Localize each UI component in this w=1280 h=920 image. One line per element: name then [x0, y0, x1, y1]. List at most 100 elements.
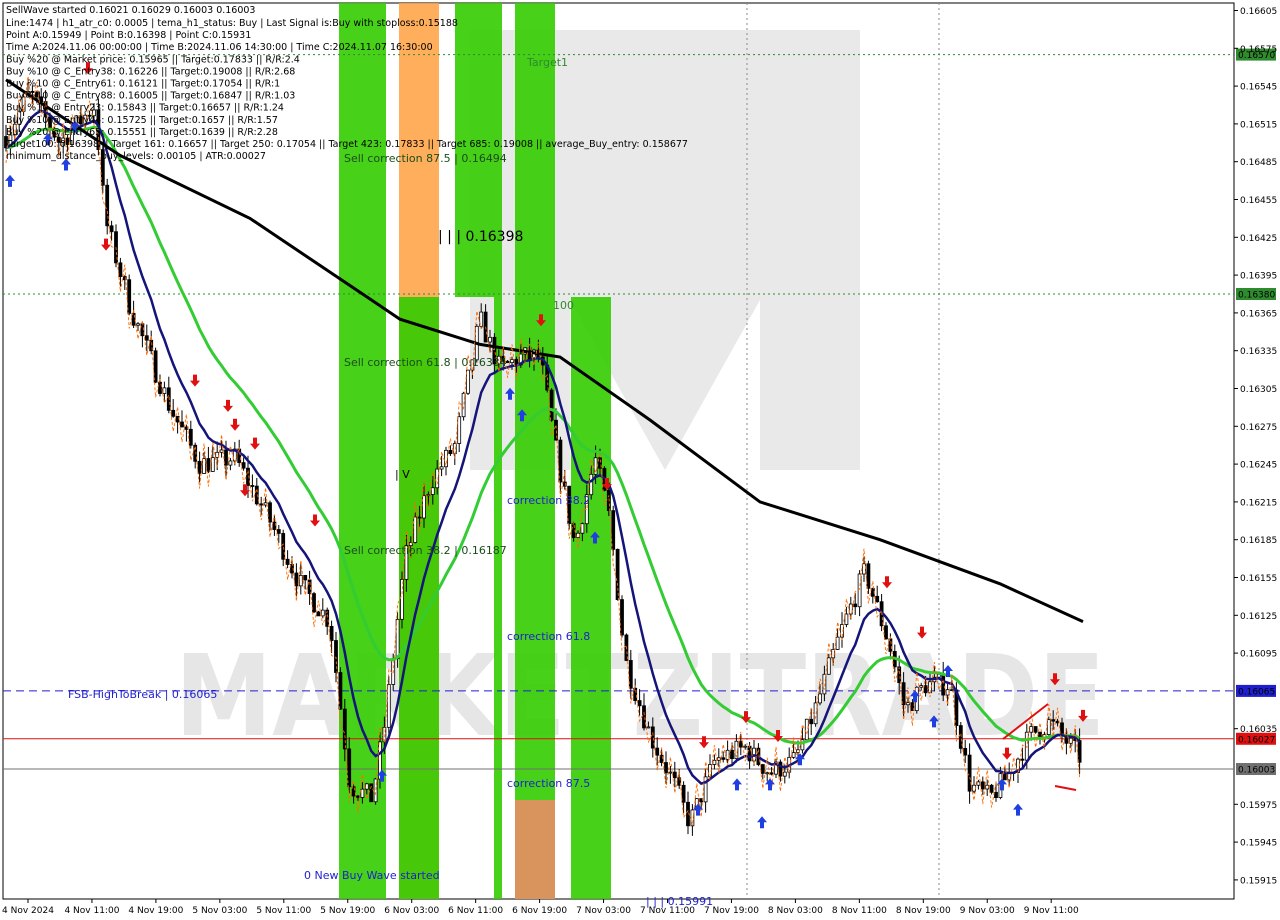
candle-body	[281, 533, 286, 560]
y-tick-label: 0.16485	[1240, 158, 1277, 168]
info-line: Buy %10 @ Entry23: 0.15843 || Target:0.1…	[6, 103, 284, 114]
candle-body	[919, 685, 924, 688]
candle-body	[826, 657, 831, 675]
candle-body	[989, 784, 994, 793]
candle-body	[884, 625, 888, 640]
candle-body	[804, 718, 809, 741]
candle-body	[580, 523, 585, 534]
y-tick-label: 0.15915	[1240, 876, 1277, 886]
x-tick-label: 6 Nov 03:00	[384, 906, 439, 916]
candle-body	[364, 783, 369, 790]
candle-body	[430, 487, 435, 495]
candle-body	[210, 457, 215, 472]
annotation-peak: | | | 0.16398	[438, 229, 523, 245]
annotation-sell-correction-618: Sell correction 61.8 | 0.16334	[344, 356, 507, 369]
candle-body	[765, 772, 770, 775]
y-tick-label: 0.16425	[1240, 234, 1277, 244]
level-price-label: 0.16027	[1238, 735, 1275, 745]
candle-body	[835, 636, 840, 650]
candle-body	[743, 745, 748, 748]
info-line: Buy %10 @ C_Entry38: 0.16226 || Target:0…	[6, 66, 295, 77]
candle-body	[791, 752, 796, 758]
candle-body	[136, 323, 140, 326]
candle-body	[721, 757, 726, 760]
info-line: Buy %10 @ C_Entry61: 0.16121 || Target:0…	[6, 79, 280, 90]
candle-body	[1002, 773, 1007, 781]
candle-body	[316, 611, 321, 617]
y-tick-label: 0.16515	[1240, 120, 1277, 130]
y-tick-label: 0.16455	[1240, 196, 1277, 206]
candle-body	[439, 466, 444, 470]
y-tick-label: 0.15975	[1240, 801, 1277, 811]
candle-body	[664, 762, 668, 774]
candle-body	[672, 771, 677, 779]
candle-body	[400, 579, 404, 620]
candle-body	[809, 718, 814, 725]
info-line: Target100: 0.16398 || Target 161: 0.1665…	[5, 139, 688, 150]
candle-body	[844, 613, 849, 625]
x-tick-label: 5 Nov 11:00	[256, 906, 311, 916]
candle-body	[180, 421, 184, 428]
candle-body	[906, 702, 910, 706]
candle-body	[967, 754, 972, 792]
y-tick-label: 0.15945	[1240, 839, 1277, 849]
candle-body	[202, 458, 206, 474]
candle-body	[549, 389, 554, 421]
candle-body	[197, 460, 202, 474]
x-tick-label: 4 Nov 11:00	[64, 906, 119, 916]
y-tick-label: 0.16095	[1240, 650, 1277, 660]
x-tick-label: 7 Nov 11:00	[640, 906, 695, 916]
candle-body	[712, 759, 717, 765]
x-tick-label: 4 Nov 19:00	[128, 906, 183, 916]
info-line: Point A:0.15949 | Point B:0.16398 | Poin…	[6, 30, 251, 41]
x-tick-label: 4 Nov 2024	[2, 906, 54, 916]
info-line: Buy %10 @ Entry44: 0.15725 || Target:0.1…	[6, 115, 278, 126]
candle-body	[250, 485, 255, 487]
annotation-small-v: | V	[395, 468, 410, 481]
candle-body	[175, 415, 180, 423]
candle-body	[589, 473, 594, 496]
candle-body	[241, 462, 246, 469]
candle-body	[312, 593, 316, 613]
x-tick-label: 9 Nov 03:00	[960, 906, 1015, 916]
candle-body	[105, 184, 110, 227]
annotation-target1: Target1	[526, 56, 568, 69]
symbol-line: SellWave started 0.16021 0.16029 0.16003…	[6, 5, 255, 16]
candle-body	[646, 726, 651, 729]
y-tick-label: 0.16185	[1240, 536, 1277, 546]
annotation-hundred: 100	[553, 299, 574, 312]
candle-body	[1051, 719, 1056, 722]
annotation-correction-618: correction 61.8	[507, 630, 590, 643]
y-tick-label: 0.16335	[1240, 347, 1277, 357]
candle-body	[360, 788, 365, 798]
candle-body	[1033, 726, 1038, 733]
candle-body	[985, 784, 990, 790]
candle-body	[642, 705, 646, 729]
candle-body	[298, 574, 303, 587]
candle-body	[976, 781, 981, 786]
y-tick-label: 0.16305	[1240, 385, 1277, 395]
candle-body	[769, 772, 774, 775]
zone-orange-2	[515, 800, 555, 899]
candle-body	[730, 749, 734, 760]
x-tick-label: 8 Nov 11:00	[832, 906, 887, 916]
candle-body	[118, 262, 123, 277]
candle-body	[510, 359, 514, 363]
candle-body	[426, 494, 431, 497]
zone-green-4	[494, 297, 502, 899]
candle-body	[637, 700, 642, 707]
x-tick-label: 8 Nov 03:00	[768, 906, 823, 916]
x-tick-label: 9 Nov 11:00	[1024, 906, 1079, 916]
candle-body	[1060, 722, 1064, 736]
candle-body	[822, 673, 827, 695]
candle-body	[813, 702, 818, 725]
y-tick-label: 0.16545	[1240, 83, 1277, 93]
annotation-fsb: FSB-HighToBreak | 0.16065	[68, 688, 217, 701]
candle-body	[219, 449, 224, 453]
candle-body	[457, 416, 462, 444]
candle-body	[1020, 758, 1025, 761]
candle-body	[320, 609, 325, 617]
y-tick-label: 0.16365	[1240, 309, 1277, 319]
candle-body	[188, 428, 193, 446]
candle-body	[897, 666, 902, 684]
